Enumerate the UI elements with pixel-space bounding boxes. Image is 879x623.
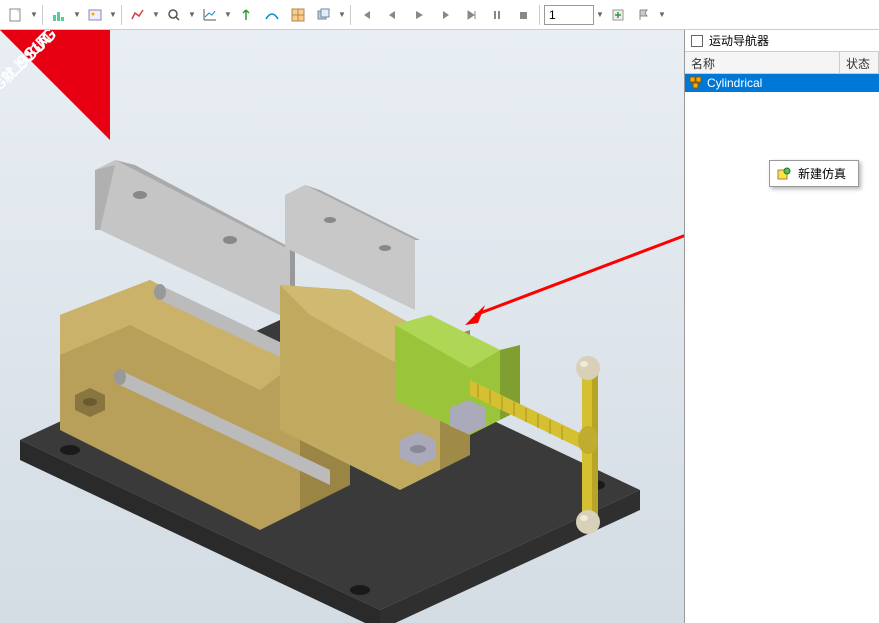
navigator-title: 运动导航器 [709,32,769,49]
tree-item-cylindrical[interactable]: Cylindrical [685,74,879,92]
dropdown-icon[interactable]: ▼ [109,10,117,19]
separator [121,5,122,25]
main-toolbar: ▼ ▼ ▼ ▼ ▼ ▼ ▼ ▼ ▼ [0,0,879,30]
menu-new-simulation[interactable]: 新建仿真 [770,161,858,186]
context-menu: 新建仿真 [769,160,859,187]
dropdown-icon[interactable]: ▼ [658,10,666,19]
dropdown-icon[interactable]: ▼ [73,10,81,19]
playback-next-icon[interactable] [433,4,457,26]
menu-item-label: 新建仿真 [798,165,846,182]
tool-zoom-icon[interactable] [162,4,186,26]
dropdown-icon[interactable]: ▼ [596,10,604,19]
vise-model [0,90,680,623]
tool-add-icon[interactable] [606,4,630,26]
playback-first-icon[interactable] [355,4,379,26]
frame-input[interactable] [544,5,594,25]
playback-last-icon[interactable] [459,4,483,26]
main-area: 9SUG 学UG就上UG网 [0,30,879,623]
tool-plot-icon[interactable] [126,4,150,26]
dropdown-icon[interactable]: ▼ [224,10,232,19]
assembly-icon [689,76,703,90]
tool-grid-icon[interactable] [286,4,310,26]
playback-pause-icon[interactable] [485,4,509,26]
separator [539,5,540,25]
dropdown-icon[interactable]: ▼ [152,10,160,19]
3d-viewport[interactable]: 9SUG 学UG就上UG网 [0,30,684,623]
playback-stop-icon[interactable] [511,4,535,26]
tool-graph-icon[interactable] [198,4,222,26]
navigator-header: 运动导航器 [685,30,879,52]
new-sim-icon [776,166,792,182]
dropdown-icon[interactable]: ▼ [338,10,346,19]
tool-chart-icon[interactable] [47,4,71,26]
navigator-checkbox[interactable] [691,35,703,47]
motion-navigator-panel: 运动导航器 名称 状态 Cylindrical [684,30,879,623]
dropdown-icon[interactable]: ▼ [30,10,38,19]
tool-flag-icon[interactable] [632,4,656,26]
separator [350,5,351,25]
separator [42,5,43,25]
tool-new-icon[interactable] [4,4,28,26]
dropdown-icon[interactable]: ▼ [188,10,196,19]
tool-layers-icon[interactable] [312,4,336,26]
tool-image-icon[interactable] [83,4,107,26]
column-status[interactable]: 状态 [840,52,879,73]
playback-prev-icon[interactable] [381,4,405,26]
tool-arrow-icon[interactable] [234,4,258,26]
column-name[interactable]: 名称 [685,52,840,73]
navigator-tree[interactable]: Cylindrical [685,74,879,623]
tool-curve-icon[interactable] [260,4,284,26]
tree-item-label: Cylindrical [707,76,762,90]
navigator-columns: 名称 状态 [685,52,879,74]
playback-play-icon[interactable] [407,4,431,26]
